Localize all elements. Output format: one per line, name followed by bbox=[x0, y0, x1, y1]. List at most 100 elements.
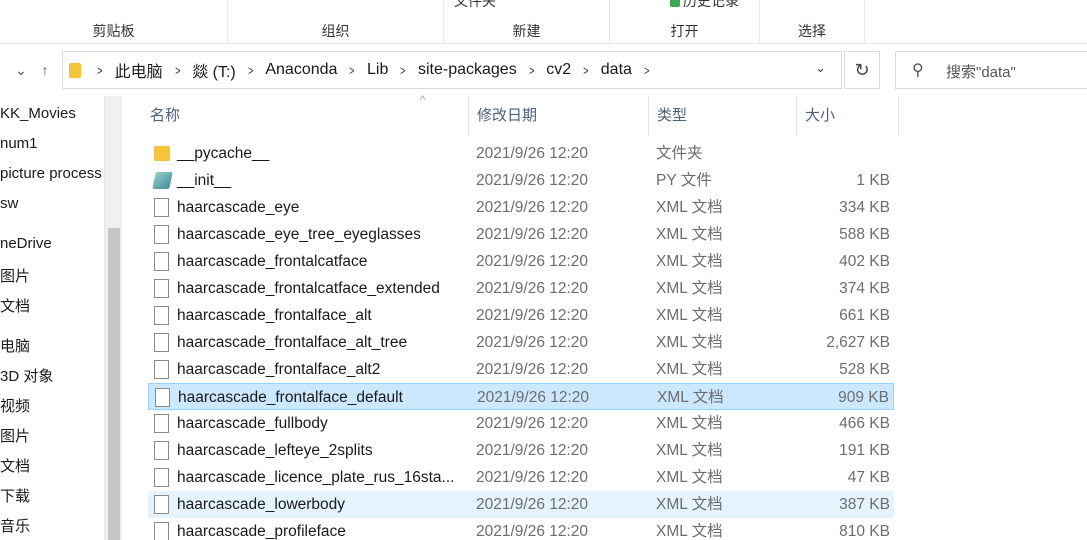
sidebar-item-this-pc[interactable]: 电脑 bbox=[0, 335, 30, 356]
sidebar-item[interactable]: 图片 bbox=[0, 425, 30, 446]
file-name: haarcascade_fullbody bbox=[177, 415, 328, 432]
table-row[interactable]: haarcascade_eye 2021/9/26 12:20 XML 文档 334 … bbox=[148, 194, 894, 221]
chevron-right-icon[interactable]: > bbox=[171, 63, 183, 78]
ribbon-group-clipboard[interactable]: 剪贴板 bbox=[0, 0, 228, 44]
chevron-right-icon[interactable]: > bbox=[244, 63, 256, 78]
sidebar-item[interactable]: 音乐 bbox=[0, 515, 30, 536]
sidebar-item[interactable]: picture process bbox=[0, 165, 102, 182]
table-row[interactable]: haarcascade_frontalface_alt 2021/9/26 12:… bbox=[148, 302, 894, 329]
file-size: 1 KB bbox=[856, 172, 890, 189]
file-date: 2021/9/26 12:20 bbox=[477, 389, 590, 406]
chevron-right-icon[interactable]: > bbox=[397, 63, 409, 78]
chevron-right-icon[interactable]: > bbox=[346, 63, 358, 78]
sidebar-item[interactable]: KK_Movies bbox=[0, 105, 76, 122]
column-header-date[interactable]: 修改日期 bbox=[469, 96, 649, 136]
chevron-right-icon[interactable]: > bbox=[580, 63, 592, 78]
ribbon-group-select[interactable]: 选择 bbox=[760, 0, 865, 44]
sidebar-item[interactable]: num1 bbox=[0, 135, 38, 152]
file-size: 909 KB bbox=[838, 389, 889, 406]
file-size: 2,627 KB bbox=[826, 334, 890, 351]
table-row[interactable]: haarcascade_frontalcatface_extended 2021/… bbox=[148, 275, 894, 302]
table-row[interactable]: haarcascade_profileface 2021/9/26 12:20 XM… bbox=[148, 518, 894, 540]
file-size: 191 KB bbox=[839, 442, 890, 459]
file-type: XML 文档 bbox=[656, 442, 723, 459]
table-row[interactable]: haarcascade_frontalface_default 2021/9/26… bbox=[148, 383, 894, 410]
file-type: XML 文档 bbox=[656, 199, 723, 216]
table-row[interactable]: haarcascade_eye_tree_eyeglasses 2021/9/26… bbox=[148, 221, 894, 248]
search-placeholder: 搜索"data" bbox=[946, 64, 1016, 81]
table-row[interactable]: haarcascade_frontalface_alt2 2021/9/26 12… bbox=[148, 356, 894, 383]
ribbon-group-organize[interactable]: 组织 bbox=[228, 0, 444, 44]
file-size: 334 KB bbox=[839, 199, 890, 216]
file-date: 2021/9/26 12:20 bbox=[476, 145, 589, 162]
ribbon-group-label: 剪贴板 bbox=[92, 23, 135, 39]
table-row[interactable]: haarcascade_frontalcatface 2021/9/26 12:2… bbox=[148, 248, 894, 275]
sidebar-item[interactable]: 下载 bbox=[0, 485, 30, 506]
column-header-type[interactable]: 类型 bbox=[649, 96, 797, 136]
file-type: XML 文档 bbox=[656, 334, 723, 351]
address-bar-row: ⌄ ↑ > 此电脑 > 燚 (T:) > Anaconda > Lib > si… bbox=[0, 44, 1087, 96]
breadcrumb-cv2[interactable]: cv2 bbox=[540, 61, 577, 79]
file-type: XML 文档 bbox=[656, 415, 723, 432]
file-type: XML 文档 bbox=[656, 226, 723, 243]
sidebar-item[interactable]: sw bbox=[0, 195, 18, 212]
file-name: __pycache__ bbox=[177, 145, 270, 162]
column-header-size[interactable]: 大小 bbox=[797, 96, 899, 136]
folder-icon bbox=[69, 63, 81, 78]
search-input[interactable]: ⚲ 搜索"data" bbox=[895, 51, 1087, 89]
file-name: haarcascade_lefteye_2splits bbox=[177, 442, 373, 459]
file-name: haarcascade_frontalcatface bbox=[177, 253, 368, 270]
table-row[interactable]: haarcascade_licence_plate_rus_16sta... 20… bbox=[148, 464, 894, 491]
file-size: 588 KB bbox=[839, 226, 890, 243]
navigation-scrollbar[interactable] bbox=[104, 96, 122, 540]
sidebar-item[interactable]: 文档 bbox=[0, 295, 30, 316]
file-name: haarcascade_eye bbox=[177, 199, 300, 216]
file-icon bbox=[154, 414, 169, 433]
file-date: 2021/9/26 12:20 bbox=[476, 226, 589, 243]
address-bar[interactable]: > 此电脑 > 燚 (T:) > Anaconda > Lib > site-p… bbox=[62, 51, 842, 89]
file-type: XML 文档 bbox=[656, 253, 723, 270]
breadcrumb-drive[interactable]: 燚 (T:) bbox=[186, 58, 242, 82]
file-date: 2021/9/26 12:20 bbox=[476, 334, 589, 351]
chevron-right-icon[interactable]: > bbox=[641, 63, 653, 78]
up-arrow-icon[interactable]: ↑ bbox=[34, 58, 56, 82]
breadcrumb-data[interactable]: data bbox=[595, 61, 638, 79]
sidebar-item[interactable]: 3D 对象 bbox=[0, 365, 53, 386]
history-label[interactable]: 历史记录 bbox=[670, 0, 739, 11]
breadcrumb-site-packages[interactable]: site-packages bbox=[412, 61, 523, 79]
file-size: 528 KB bbox=[839, 361, 890, 378]
table-row[interactable]: __init__ 2021/9/26 12:20 PY 文件 1 KB bbox=[148, 167, 894, 194]
column-header-name[interactable]: 名称 bbox=[142, 96, 469, 136]
sidebar-item[interactable]: 视频 bbox=[0, 395, 30, 416]
sidebar-item[interactable]: 文档 bbox=[0, 455, 30, 476]
breadcrumb-anaconda[interactable]: Anaconda bbox=[259, 61, 343, 79]
table-row[interactable]: __pycache__ 2021/9/26 12:20 文件夹 bbox=[148, 140, 894, 167]
chevron-down-icon[interactable]: ⌄ bbox=[815, 60, 826, 76]
file-name: haarcascade_licence_plate_rus_16sta... bbox=[177, 469, 455, 486]
table-row[interactable]: haarcascade_frontalface_alt_tree 2021/9/2… bbox=[148, 329, 894, 356]
ribbon-group-open[interactable]: 历史记录 打开 bbox=[610, 0, 760, 44]
chevron-right-icon[interactable]: > bbox=[94, 63, 106, 78]
scrollbar-thumb[interactable] bbox=[108, 228, 120, 540]
search-icon: ⚲ bbox=[912, 62, 924, 79]
sidebar-item-onedrive[interactable]: neDrive bbox=[0, 235, 52, 252]
recent-locations-icon[interactable]: ⌄ bbox=[10, 58, 32, 82]
file-icon bbox=[154, 198, 169, 217]
breadcrumb-this-pc[interactable]: 此电脑 bbox=[109, 58, 169, 82]
refresh-icon[interactable]: ↻ bbox=[844, 51, 880, 89]
new-folder-label[interactable]: 文件夹 bbox=[454, 0, 496, 11]
file-date: 2021/9/26 12:20 bbox=[476, 442, 589, 459]
table-row[interactable]: haarcascade_lowerbody 2021/9/26 12:20 XML … bbox=[148, 491, 894, 518]
file-date: 2021/9/26 12:20 bbox=[476, 280, 589, 297]
file-icon bbox=[154, 495, 169, 514]
breadcrumb-lib[interactable]: Lib bbox=[361, 61, 394, 79]
sidebar-item[interactable]: 图片 bbox=[0, 265, 30, 286]
ribbon-group-label: 新建 bbox=[512, 23, 541, 39]
table-row[interactable]: haarcascade_lefteye_2splits 2021/9/26 12:… bbox=[148, 437, 894, 464]
history-text: 历史记录 bbox=[683, 0, 739, 9]
table-row[interactable]: haarcascade_fullbody 2021/9/26 12:20 XML 文… bbox=[148, 410, 894, 437]
ribbon-group-new[interactable]: 文件夹 新建 bbox=[444, 0, 610, 44]
chevron-right-icon[interactable]: > bbox=[525, 63, 537, 78]
file-size: 661 KB bbox=[839, 307, 890, 324]
file-name: haarcascade_profileface bbox=[177, 523, 346, 540]
